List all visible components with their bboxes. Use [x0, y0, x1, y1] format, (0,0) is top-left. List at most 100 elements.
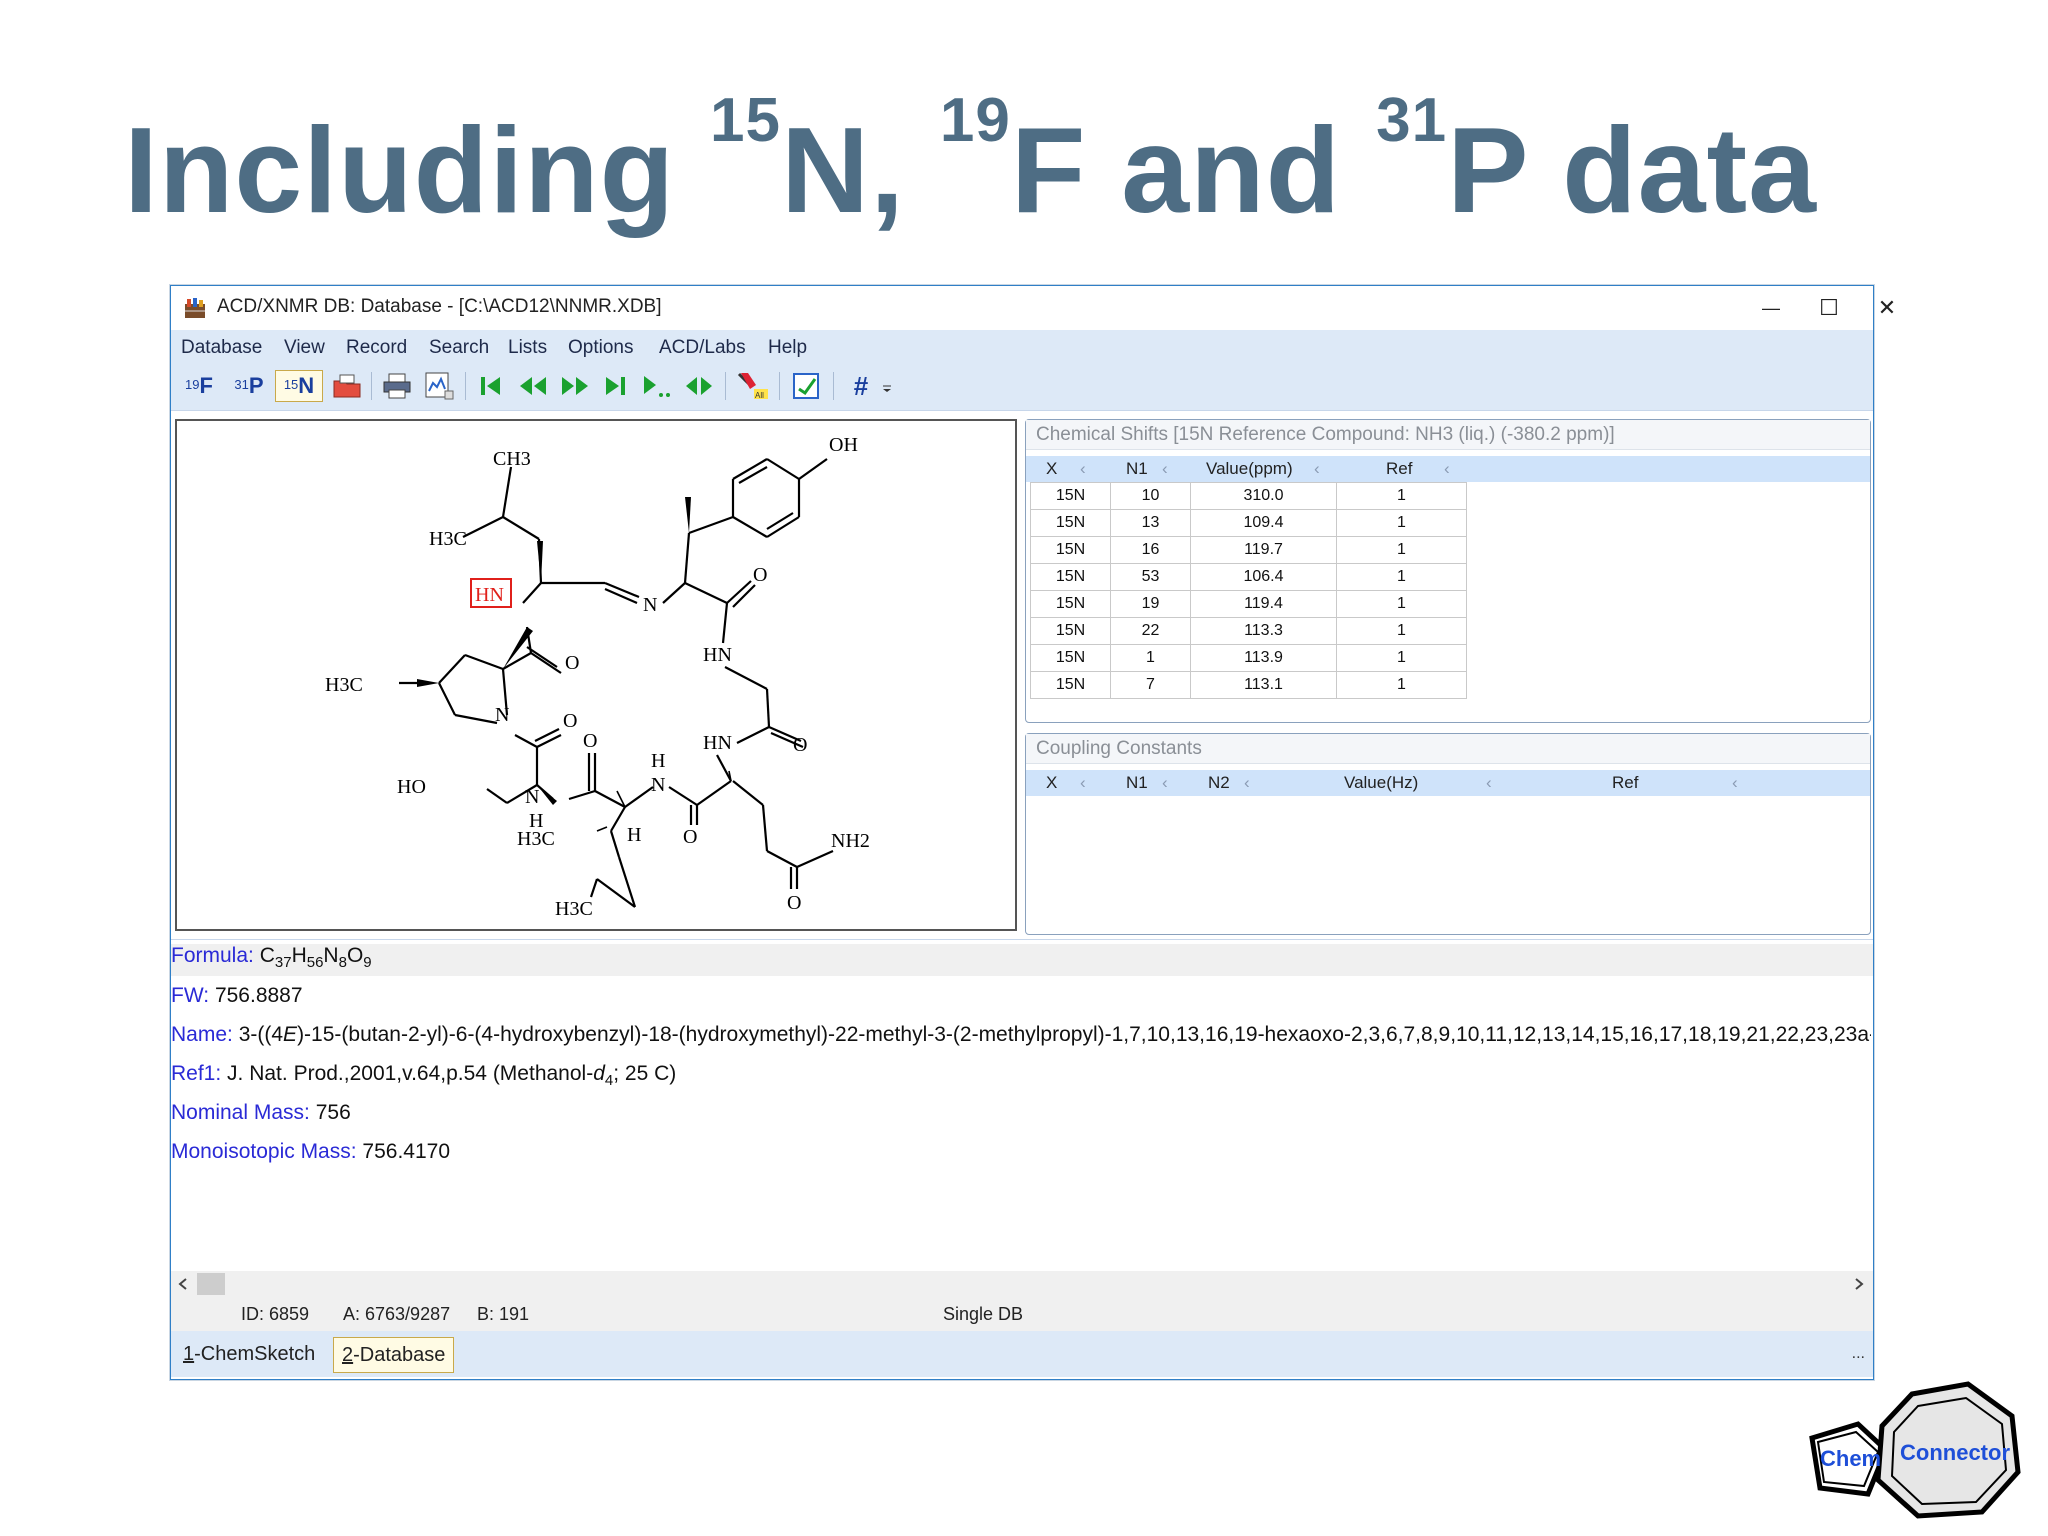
nucleus-19f-button[interactable]: 19 F [177, 370, 221, 402]
horizontal-scrollbar[interactable] [171, 1271, 1873, 1297]
atom-label: O [683, 826, 697, 848]
scroll-right-icon[interactable] [1853, 1277, 1865, 1291]
formula-element: C [259, 944, 275, 967]
sort-chevron-icon[interactable]: ‹ [1162, 773, 1168, 793]
title-part-1: Including [124, 102, 711, 238]
menu-help[interactable]: Help [768, 337, 807, 359]
numbering-button[interactable]: # [843, 370, 879, 402]
table-row[interactable]: 15N 13 109.4 1 [1030, 509, 1467, 537]
cell-nucleus: 15N [1030, 671, 1111, 699]
table-row[interactable]: 15N 10 310.0 1 [1030, 482, 1467, 510]
nucleus-mass: 19 [185, 376, 200, 392]
cell-ref: 1 [1336, 671, 1467, 699]
sort-chevron-icon[interactable]: ‹ [1486, 773, 1492, 793]
table-row[interactable]: 15N 1 113.9 1 [1030, 644, 1467, 672]
atom-label: O [565, 652, 579, 674]
scrollbar-thumb[interactable] [197, 1273, 225, 1295]
table-row[interactable]: 15N 22 113.3 1 [1030, 617, 1467, 645]
column-header-x[interactable]: X [1046, 773, 1057, 793]
cell-nucleus: 15N [1030, 482, 1111, 510]
first-record-button[interactable] [475, 370, 507, 402]
nucleus-31p-button[interactable]: 31 P [227, 370, 271, 402]
atom-label: N [495, 704, 509, 726]
edit-record-button[interactable] [787, 370, 827, 402]
previous-record-button[interactable] [517, 370, 549, 402]
last-record-button[interactable] [599, 370, 631, 402]
menu-options[interactable]: Options [568, 337, 633, 359]
atom-label: HN [703, 644, 732, 666]
menu-view[interactable]: View [284, 337, 325, 359]
scroll-left-icon[interactable] [177, 1277, 189, 1291]
column-header-ref[interactable]: Ref [1612, 773, 1638, 793]
column-header-n1[interactable]: N1 [1126, 773, 1148, 793]
table-row[interactable]: 15N 7 113.1 1 [1030, 671, 1467, 699]
sort-chevron-icon[interactable]: ‹ [1444, 459, 1450, 479]
name-value-start: 3-((4 [238, 1023, 284, 1046]
print-preview-button[interactable] [419, 370, 459, 402]
nominal-mass-value: 756 [315, 1101, 351, 1124]
atom-label: HN [475, 584, 504, 606]
sort-chevron-icon[interactable]: ‹ [1080, 459, 1086, 479]
tab-label: -ChemSketch [194, 1343, 316, 1365]
sort-chevron-icon[interactable]: ‹ [1314, 459, 1320, 479]
column-header-value-hz[interactable]: Value(Hz) [1344, 773, 1418, 793]
open-folder-button[interactable] [329, 370, 365, 402]
nucleus-15n-button[interactable]: 15 N [275, 370, 323, 402]
fw-value: 756.8887 [214, 984, 303, 1007]
toolbar-separator [371, 372, 372, 400]
menu-database[interactable]: Database [181, 337, 262, 359]
toolbar: 19 F 31 P 15 N All # [171, 364, 1873, 411]
tab-label: -Database [353, 1344, 446, 1366]
toolbar-separator [465, 372, 466, 400]
minimize-button[interactable]: — [1743, 290, 1799, 326]
table-row[interactable]: 15N 16 119.7 1 [1030, 536, 1467, 564]
sort-chevron-icon[interactable]: ‹ [1162, 459, 1168, 479]
tab-accelerator: 1 [183, 1343, 195, 1365]
highlight-all-button[interactable]: All [733, 370, 773, 402]
print-button[interactable] [379, 370, 415, 402]
edit-record-icon [793, 373, 819, 399]
cell-nucleus: 15N [1030, 563, 1111, 591]
goto-record-button[interactable] [641, 370, 673, 402]
title-bar[interactable]: ACD/XNMR DB: Database - [C:\ACD12\NNMR.X… [171, 286, 1896, 330]
title-sup-31: 31 [1376, 86, 1448, 155]
column-header-n1[interactable]: N1 [1126, 459, 1148, 479]
cell-ref: 1 [1336, 509, 1467, 537]
column-header-n2[interactable]: N2 [1208, 773, 1230, 793]
title-part-4: P data [1447, 102, 1817, 238]
sort-chevron-icon[interactable]: ‹ [1244, 773, 1250, 793]
menu-record[interactable]: Record [346, 337, 407, 359]
fw-label: FW: [171, 984, 210, 1007]
atom-label: H [627, 824, 641, 846]
sort-chevron-icon[interactable]: ‹ [1732, 773, 1738, 793]
nucleus-symbol: F [199, 373, 213, 398]
column-header-value[interactable]: Value(ppm) [1206, 459, 1293, 479]
sort-chevron-icon[interactable]: ‹ [1080, 773, 1086, 793]
cell-ref: 1 [1336, 590, 1467, 618]
table-row[interactable]: 15N 53 106.4 1 [1030, 563, 1467, 591]
title-sup-15: 15 [710, 86, 782, 155]
column-header-x[interactable]: X [1046, 459, 1057, 479]
menu-lists[interactable]: Lists [508, 337, 547, 359]
tab-chemsketch[interactable]: 1-ChemSketch [175, 1337, 323, 1373]
monoisotopic-mass-label: Monoisotopic Mass: [171, 1140, 357, 1163]
monoisotopic-mass-row: Monoisotopic Mass: 756.4170 [171, 1140, 450, 1164]
next-record-button[interactable] [559, 370, 591, 402]
nucleus-mass: 15 [283, 376, 299, 392]
maximize-button[interactable]: ☐ [1801, 290, 1857, 326]
structure-pane[interactable]: OH CH3 H3C HN N O O HN H3C N O HN O O H … [175, 419, 1017, 931]
name-label: Name: [171, 1023, 233, 1046]
cell-atom: 19 [1110, 590, 1191, 618]
name-row: Name: 3-((4E)-15-(butan-2-yl)-6-(4-hydro… [171, 1023, 1871, 1047]
menu-acdlabs[interactable]: ACD/Labs [659, 337, 746, 359]
toolbar-overflow-button[interactable] [879, 370, 895, 402]
close-button[interactable]: ✕ [1859, 290, 1915, 326]
menu-search[interactable]: Search [429, 337, 489, 359]
tab-database[interactable]: 2-Database [333, 1337, 455, 1373]
browse-record-button[interactable] [683, 370, 715, 402]
print-preview-icon [425, 372, 454, 400]
atom-label: H [651, 750, 665, 772]
table-row[interactable]: 15N 19 119.4 1 [1030, 590, 1467, 618]
cell-ref: 1 [1336, 482, 1467, 510]
column-header-ref[interactable]: Ref [1386, 459, 1412, 479]
